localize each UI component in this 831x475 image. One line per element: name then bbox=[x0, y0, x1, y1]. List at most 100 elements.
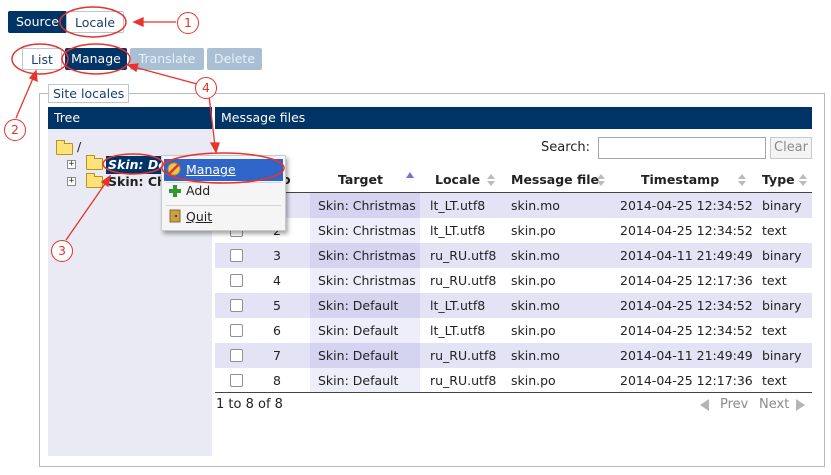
cell-file: skin.po bbox=[511, 223, 556, 238]
cell-timestamp: 2014-04-25 12:34:52 bbox=[620, 223, 753, 238]
tab-locale[interactable]: Locale bbox=[66, 11, 125, 33]
row-checkbox[interactable] bbox=[230, 349, 243, 362]
cell-file: skin.po bbox=[511, 373, 556, 388]
cell-target: Skin: Christmas bbox=[318, 273, 416, 288]
col-header-timestamp[interactable]: Timestamp bbox=[641, 168, 719, 192]
sort-icon bbox=[738, 174, 746, 186]
cell-locale: ru_RU.utf8 bbox=[430, 373, 497, 388]
cell-file: skin.mo bbox=[511, 348, 560, 363]
row-checkbox[interactable] bbox=[230, 324, 243, 337]
annotation-marker-3: 3 bbox=[51, 240, 73, 262]
cell-file: skin.mo bbox=[511, 298, 560, 313]
cell-no: 6 bbox=[273, 323, 281, 338]
folder-open-icon bbox=[56, 140, 73, 155]
cell-locale: ru_RU.utf8 bbox=[430, 273, 497, 288]
cell-file: skin.po bbox=[511, 273, 556, 288]
expand-icon[interactable]: + bbox=[67, 160, 76, 169]
cell-timestamp: 2014-04-25 12:34:52 bbox=[620, 198, 753, 213]
quit-icon bbox=[169, 209, 181, 223]
cell-locale: lt_LT.utf8 bbox=[430, 323, 486, 338]
cell-target: Skin: Christmas bbox=[318, 223, 416, 238]
cell-target: Skin: Christmas bbox=[318, 248, 416, 263]
cell-locale: lt_LT.utf8 bbox=[430, 223, 486, 238]
table-row[interactable]: 2 Skin: Christmas lt_LT.utf8 skin.po 201… bbox=[215, 218, 812, 243]
annotation-marker-4: 4 bbox=[195, 77, 217, 99]
cell-target: Skin: Default bbox=[318, 323, 399, 338]
sort-icon bbox=[799, 174, 807, 186]
col-header-type[interactable]: Type bbox=[762, 168, 795, 192]
cell-no: 4 bbox=[273, 273, 281, 288]
prev-button[interactable]: Prev bbox=[720, 397, 748, 412]
panel-legend: Site locales bbox=[48, 84, 130, 103]
cell-file: skin.po bbox=[511, 323, 556, 338]
cell-type: binary bbox=[762, 198, 802, 213]
cell-type: binary bbox=[762, 348, 802, 363]
cell-target: Skin: Default bbox=[318, 373, 399, 388]
cell-type: text bbox=[762, 373, 787, 388]
manage-menu-label: Manage bbox=[186, 162, 236, 177]
sort-icon bbox=[597, 174, 605, 186]
cell-no: 7 bbox=[273, 348, 281, 363]
add-menu-label: Add bbox=[186, 183, 211, 198]
col-header-locale[interactable]: Locale bbox=[435, 168, 480, 192]
tree-root-label[interactable]: / bbox=[77, 138, 81, 156]
cell-no: 3 bbox=[273, 248, 281, 263]
folder-icon bbox=[86, 173, 103, 188]
cell-file: skin.mo bbox=[511, 198, 560, 213]
table-row[interactable]: 6 Skin: Default lt_LT.utf8 skin.po 2014-… bbox=[215, 318, 812, 343]
subtab-list[interactable]: List bbox=[22, 48, 62, 70]
tab-source[interactable]: Source bbox=[8, 11, 67, 33]
files-header: Message files bbox=[215, 107, 812, 129]
cell-locale: ru_RU.utf8 bbox=[430, 348, 497, 363]
sort-icon bbox=[487, 174, 495, 186]
cell-locale: lt_LT.utf8 bbox=[430, 198, 486, 213]
cell-target: Skin: Default bbox=[318, 298, 399, 313]
table-row[interactable]: 3 Skin: Christmas ru_RU.utf8 skin.mo 201… bbox=[215, 243, 812, 268]
clear-button[interactable]: Clear bbox=[770, 137, 812, 159]
cell-type: text bbox=[762, 223, 787, 238]
cell-file: skin.mo bbox=[511, 248, 560, 263]
cell-type: text bbox=[762, 323, 787, 338]
cell-target: Skin: Default bbox=[318, 348, 399, 363]
menu-item-quit[interactable]: Quit bbox=[164, 206, 283, 228]
next-button[interactable]: Next bbox=[759, 397, 789, 412]
col-header-message-file[interactable]: Message file bbox=[511, 168, 599, 192]
manage-icon bbox=[167, 162, 181, 176]
row-checkbox[interactable] bbox=[230, 374, 243, 387]
cell-timestamp: 2014-04-11 21:49:49 bbox=[620, 348, 753, 363]
folder-icon bbox=[86, 155, 103, 170]
cell-target: Skin: Christmas bbox=[318, 198, 416, 213]
table-row[interactable]: 8 Skin: Default ru_RU.utf8 skin.po 2014-… bbox=[215, 368, 812, 393]
pagination-info: 1 to 8 of 8 bbox=[216, 397, 283, 412]
tree-node-skin-christmas[interactable]: Skin: Ch bbox=[108, 173, 166, 191]
subtab-manage[interactable]: Manage bbox=[65, 48, 127, 70]
search-label: Search: bbox=[541, 140, 591, 155]
tree-header: Tree bbox=[48, 107, 212, 129]
cell-type: binary bbox=[762, 248, 802, 263]
col-header-target[interactable]: Target bbox=[338, 168, 383, 192]
annotation-marker-1: 1 bbox=[177, 12, 199, 34]
tree-node-skin-default[interactable]: Skin: De bbox=[106, 156, 164, 174]
footer-divider bbox=[215, 392, 812, 393]
row-checkbox[interactable] bbox=[230, 249, 243, 262]
cell-locale: ru_RU.utf8 bbox=[430, 248, 497, 263]
cell-no: 5 bbox=[273, 298, 281, 313]
next-arrow-icon[interactable] bbox=[796, 399, 805, 411]
expand-icon[interactable]: + bbox=[67, 177, 76, 186]
prev-arrow-icon[interactable] bbox=[700, 399, 709, 411]
cell-timestamp: 2014-04-25 12:17:36 bbox=[620, 273, 753, 288]
table-row[interactable]: 1 Skin: Christmas lt_LT.utf8 skin.mo 201… bbox=[215, 193, 812, 218]
quit-menu-label: Quit bbox=[186, 209, 213, 224]
table-row[interactable]: 5 Skin: Default lt_LT.utf8 skin.mo 2014-… bbox=[215, 293, 812, 318]
add-icon bbox=[169, 185, 181, 197]
subtab-translate: Translate bbox=[130, 48, 204, 70]
search-input[interactable] bbox=[598, 137, 766, 159]
table-row[interactable]: 7 Skin: Default ru_RU.utf8 skin.mo 2014-… bbox=[215, 343, 812, 368]
annotation-marker-2: 2 bbox=[4, 119, 26, 141]
cell-timestamp: 2014-04-25 12:34:52 bbox=[620, 323, 753, 338]
table-row[interactable]: 4 Skin: Christmas ru_RU.utf8 skin.po 201… bbox=[215, 268, 812, 293]
cell-timestamp: 2014-04-25 12:17:36 bbox=[620, 373, 753, 388]
cell-locale: lt_LT.utf8 bbox=[430, 298, 486, 313]
row-checkbox[interactable] bbox=[230, 274, 243, 287]
row-checkbox[interactable] bbox=[230, 299, 243, 312]
